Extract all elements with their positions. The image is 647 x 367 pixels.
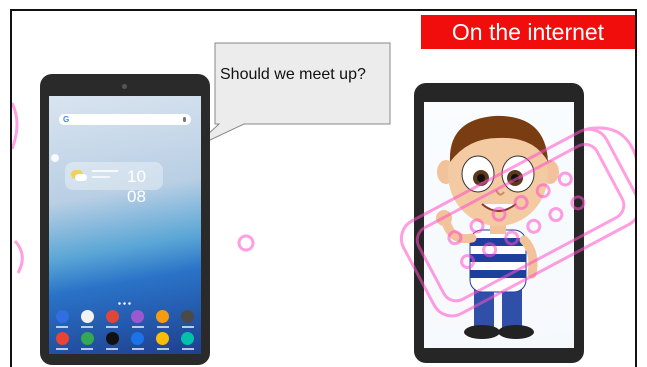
weather-clock-widget[interactable]: 10 08: [65, 162, 163, 206]
app-icon[interactable]: [156, 310, 170, 328]
mic-icon: [183, 117, 186, 122]
speech-bubble-text: Should we meet up?: [220, 66, 366, 83]
search-bar[interactable]: G: [59, 114, 191, 125]
app-icon[interactable]: [55, 310, 69, 328]
page-dots: [117, 302, 133, 305]
clock-text: 10 08: [127, 167, 146, 206]
app-icon[interactable]: [80, 332, 94, 350]
app-icon[interactable]: [80, 310, 94, 328]
tablet-left-screen: G 10 08: [49, 96, 201, 354]
on-the-internet-banner: On the internet: [421, 15, 635, 49]
app-icon[interactable]: [181, 310, 195, 328]
side-panel-icon: [51, 154, 59, 162]
weather-subtext: [92, 176, 110, 178]
app-row-1: [55, 310, 195, 328]
app-icon[interactable]: [131, 310, 145, 328]
cartoon-boy: [424, 102, 574, 348]
app-icon[interactable]: [156, 332, 170, 350]
app-icon[interactable]: [105, 332, 119, 350]
app-icon[interactable]: [131, 332, 145, 350]
search-logo: G: [63, 115, 70, 124]
app-icon[interactable]: [105, 310, 119, 328]
app-icon[interactable]: [181, 332, 195, 350]
app-row-2: [55, 332, 195, 350]
tablet-right-screen: [424, 102, 574, 348]
cloud-icon: [75, 174, 87, 181]
weather-text: [92, 170, 118, 172]
tablet-home-screen: G 10 08: [40, 74, 210, 365]
app-icon[interactable]: [55, 332, 69, 350]
tablet-video-screen: [414, 83, 584, 363]
scene-frame: Should we meet up? G 10 08 On the intern…: [10, 9, 637, 367]
camera-icon: [122, 84, 127, 89]
